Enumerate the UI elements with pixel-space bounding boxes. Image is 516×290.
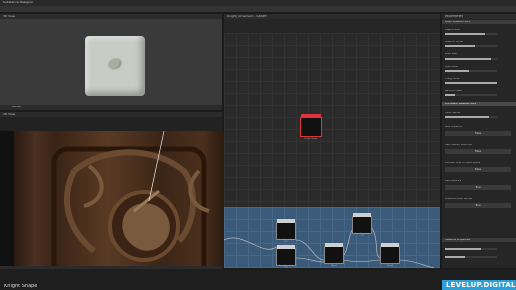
- toggle-button[interactable]: False: [445, 167, 511, 172]
- node-transform-1[interactable]: Transformation 2D: [276, 219, 296, 243]
- view-3d-header: 3D View: [0, 14, 222, 19]
- node-title-bar: [381, 243, 399, 247]
- view-3d-footer-label: Default: [12, 106, 22, 108]
- node-label: Transformation 2D: [278, 239, 294, 243]
- toggle-button[interactable]: False: [445, 131, 511, 136]
- prop-label: Output Format: [445, 41, 464, 43]
- view-2d-title: 2D View: [3, 113, 16, 116]
- app-title: Substance Designer: [3, 1, 34, 4]
- prop-label: Input Spline: [445, 112, 460, 114]
- graph-canvas[interactable]: [224, 33, 440, 207]
- prop-label: Preserve Input Border: [445, 198, 473, 200]
- section-label: Instance Properties: [445, 238, 470, 241]
- prop-label: Output Size: [445, 29, 460, 31]
- node-label: Transformation 2D: [354, 233, 370, 237]
- prop-label: Pixel Ratio: [445, 66, 458, 68]
- node-label: Blend: [331, 265, 337, 267]
- node-label: Knight Shape: [304, 138, 318, 140]
- section-base-parameters[interactable]: BASE PARAMETERS: [442, 20, 516, 24]
- carving-ornament: [51, 130, 210, 282]
- node-title-bar: [325, 243, 343, 247]
- prop-slider[interactable]: [445, 33, 497, 35]
- node-title-bar: [301, 114, 321, 118]
- node-title-bar: [277, 219, 295, 223]
- prop-label: Random Seed: [445, 90, 463, 92]
- graph-toolbar[interactable]: [224, 19, 440, 33]
- prop-label: Max Distance: [445, 126, 462, 128]
- prop-slider[interactable]: [445, 82, 497, 84]
- view-2d-toolbar[interactable]: [0, 117, 222, 131]
- properties-title: PROPERTIES: [445, 15, 464, 18]
- prop-slider[interactable]: [445, 45, 497, 47]
- view-3d-title: 3D View: [3, 15, 16, 18]
- prop-label: Connect One to Input Spline: [445, 162, 481, 164]
- toggle-button[interactable]: False: [445, 149, 511, 154]
- prop-slider[interactable]: [445, 248, 497, 250]
- node-blend-1[interactable]: Blend: [324, 243, 344, 267]
- prop-slider[interactable]: [445, 94, 497, 96]
- section-instance-properties[interactable]: Instance Properties: [442, 238, 516, 242]
- prop-slider[interactable]: [445, 70, 497, 72]
- wood-carving-reference: [14, 130, 224, 282]
- brand-text: LEVELUP.DIGITAL: [446, 282, 516, 289]
- node-transform-2[interactable]: Transformation 2D: [276, 245, 296, 269]
- toggle-button[interactable]: True: [445, 185, 511, 190]
- video-caption-bar: [0, 269, 516, 290]
- node-title-bar: [277, 245, 295, 249]
- prop-label: Tiling Mode: [445, 78, 460, 80]
- node-title-bar: [353, 213, 371, 217]
- toggle-button[interactable]: True: [445, 203, 511, 208]
- prop-label: Pixel Size: [445, 53, 457, 55]
- caption-text: Knight Shape: [4, 284, 38, 289]
- node-transform-3[interactable]: Transformation 2D: [352, 213, 372, 237]
- prop-slider[interactable]: [445, 58, 497, 60]
- view-3d-footer: Default: [0, 105, 222, 110]
- menu-bar[interactable]: [0, 6, 516, 12]
- prop-label: Use Custom Pixel List: [445, 144, 472, 146]
- node-knight-shape[interactable]: Knight Shape: [300, 114, 322, 140]
- node-label: Blend: [387, 265, 393, 267]
- graph-title: Knight_Ornament - GRAPH: [227, 15, 267, 18]
- prop-label: Use Distance: [445, 180, 462, 182]
- section-distance-parameters[interactable]: DISTANCE PARAMETERS: [442, 102, 516, 106]
- section-label: BASE PARAMETERS: [445, 20, 470, 23]
- prop-slider[interactable]: [445, 256, 497, 258]
- section-label: DISTANCE PARAMETERS: [445, 102, 476, 105]
- prop-slider[interactable]: [445, 116, 497, 118]
- node-blend-2[interactable]: Blend: [380, 243, 400, 267]
